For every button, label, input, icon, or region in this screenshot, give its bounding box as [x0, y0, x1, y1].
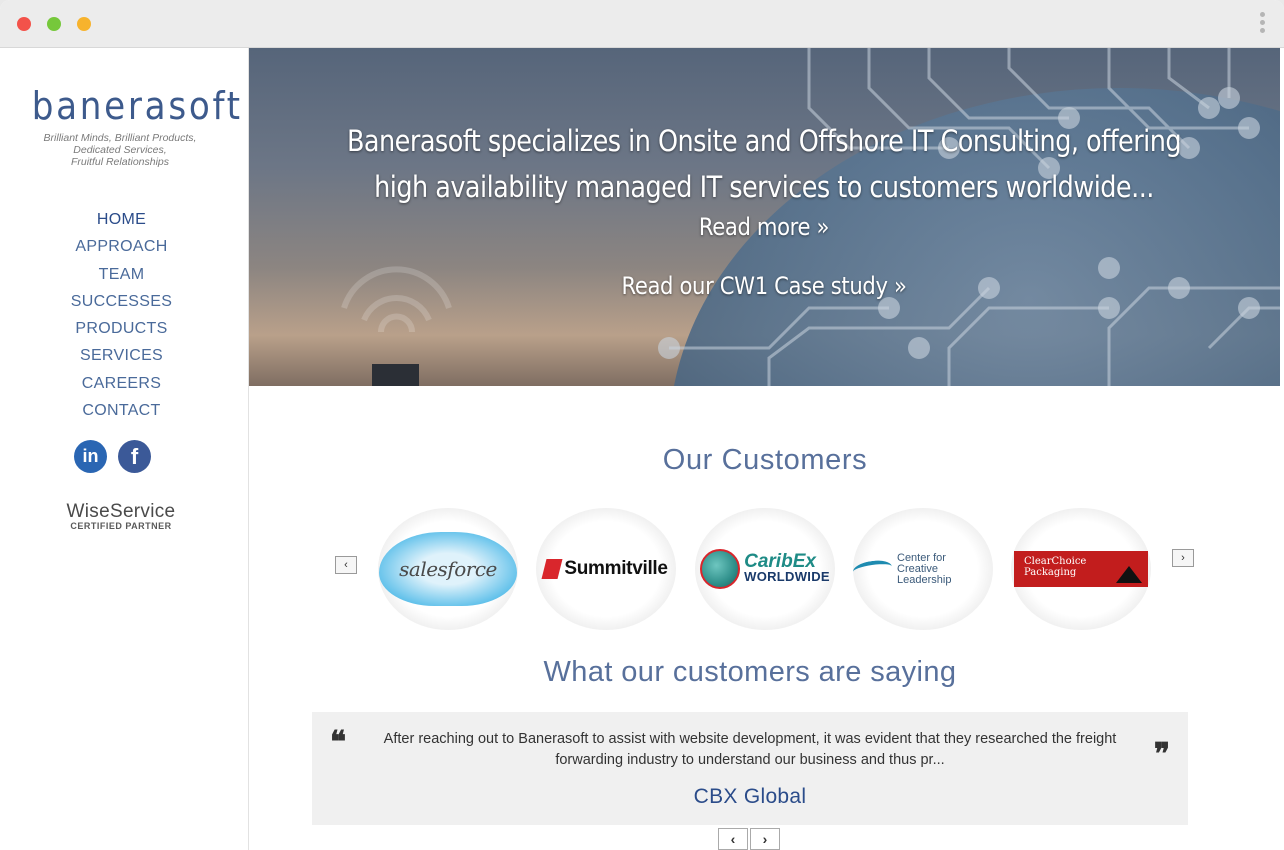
main-nav: HOME APPROACH TEAM SUCCESSES PRODUCTS SE… — [0, 206, 243, 424]
tagline-line-3: Fruitful Relationships — [70, 156, 170, 168]
logo-wordmark: banerasoft — [31, 84, 243, 128]
caribex-logo: CaribEx WORLDWIDE — [700, 549, 830, 589]
testimonial-author: CBX Global — [693, 785, 807, 808]
nav-item-team[interactable]: TEAM — [0, 261, 243, 288]
linkedin-icon[interactable]: in — [74, 440, 107, 473]
tagline-line-1: Brilliant Minds, Brilliant Products, — [43, 132, 197, 144]
hero-banner: Banerasoft specializes in Onsite and Off… — [249, 48, 1280, 386]
clearchoice-logo: ClearChoice Packaging — [1014, 551, 1148, 587]
testimonial-next-button[interactable]: › — [750, 828, 780, 850]
customers-next-button[interactable]: › — [1172, 549, 1194, 567]
hero-headline-line-1: Banerasoft specializes in Onsite and Off… — [346, 124, 1182, 158]
nav-item-approach[interactable]: APPROACH — [0, 233, 243, 260]
main-content: Our Customers ‹ salesforce Summitville C… — [250, 386, 1280, 850]
caribex-sub: WORLDWIDE — [744, 569, 830, 584]
customers-heading: Our Customers — [662, 444, 868, 476]
close-quote-icon: ❞ — [1153, 737, 1170, 772]
wiseservice-badge: WiseService CERTIFIED PARTNER — [40, 502, 202, 531]
open-quote-icon: ❝ — [330, 725, 347, 760]
testimonial-prev-button[interactable]: ‹ — [718, 828, 748, 850]
summitville-mark-icon — [541, 559, 563, 579]
close-window-button[interactable] — [17, 17, 31, 31]
customers-prev-button[interactable]: ‹ — [335, 556, 357, 574]
window-chrome — [0, 0, 1284, 48]
ccl-swoosh-icon — [852, 558, 893, 580]
nav-item-products[interactable]: PRODUCTS — [0, 315, 243, 342]
nav-item-contact[interactable]: CONTACT — [0, 397, 243, 424]
nav-item-home[interactable]: HOME — [0, 206, 243, 233]
ccl-name-line-2: Creative Leadership — [897, 562, 952, 586]
customer-logo-salesforce[interactable]: salesforce — [378, 508, 518, 630]
site-logo[interactable]: banerasoft Brilliant Minds, Brilliant Pr… — [20, 84, 240, 168]
logo-tagline: Brilliant Minds, Brilliant Products, Ded… — [20, 132, 220, 168]
customer-logo-clearchoice[interactable]: ClearChoice Packaging — [1011, 508, 1151, 630]
caribex-wordmark: CaribEx WORLDWIDE — [744, 551, 830, 584]
testimonials-heading: What our customers are saying — [543, 656, 957, 688]
ccl-wordmark: Center for Creative Leadership — [897, 551, 993, 586]
building-silhouette — [372, 364, 419, 386]
testimonial-text: After reaching out to Banerasoft to assi… — [383, 731, 1117, 768]
summitville-logo: Summitville — [541, 558, 668, 580]
customer-logo-ccl[interactable]: Center for Creative Leadership — [852, 508, 993, 630]
hero-headline-line-2: high availability managed IT services to… — [374, 170, 1154, 204]
nav-item-services[interactable]: SERVICES — [0, 342, 243, 369]
customer-logo-summitville[interactable]: Summitville — [536, 508, 676, 630]
caribex-globe-icon — [700, 549, 741, 589]
nav-item-careers[interactable]: CAREERS — [0, 370, 243, 397]
read-more-link[interactable]: Read more » — [337, 210, 1191, 244]
summitville-name: Summitville — [564, 558, 668, 579]
social-links: in f — [74, 440, 151, 473]
kebab-menu-icon[interactable] — [1260, 12, 1266, 38]
sidebar: banerasoft Brilliant Minds, Brilliant Pr… — [0, 48, 249, 850]
wiseservice-subtitle: CERTIFIED PARTNER — [70, 521, 172, 531]
clearchoice-mountain-icon — [1116, 566, 1142, 583]
facebook-icon[interactable]: f — [118, 440, 151, 473]
browser-window: banerasoft Brilliant Minds, Brilliant Pr… — [0, 0, 1284, 850]
tagline-line-2: Dedicated Services, — [73, 144, 167, 156]
maximize-window-button[interactable] — [77, 17, 91, 31]
testimonial-card: ❝ After reaching out to Banerasoft to as… — [312, 712, 1188, 825]
ccl-name-line-1: Center for — [897, 551, 946, 564]
nav-item-successes[interactable]: SUCCESSES — [0, 288, 243, 315]
wiseservice-title: WiseService — [66, 501, 176, 522]
hero-text: Banerasoft specializes in Onsite and Off… — [279, 118, 1249, 303]
salesforce-logo: salesforce — [379, 532, 517, 606]
case-study-link[interactable]: Read our CW1 Case study » — [337, 269, 1191, 303]
customer-logo-caribex[interactable]: CaribEx WORLDWIDE — [695, 508, 835, 630]
caribex-name: CaribEx — [744, 551, 816, 572]
ccl-logo: Center for Creative Leadership — [852, 551, 993, 586]
minimize-window-button[interactable] — [47, 17, 61, 31]
